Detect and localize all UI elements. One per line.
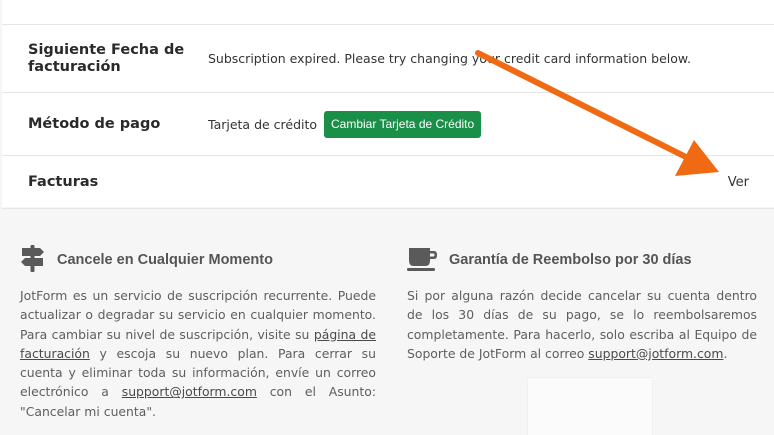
refund-guarantee-title: Garantía de Reembolso por 30 días	[449, 252, 692, 268]
faded-background-panel	[527, 377, 653, 435]
billing-card: Siguiente Fecha de facturación Subscript…	[2, 0, 774, 209]
cancel-anytime-title: Cancele en Cualquier Momento	[57, 252, 273, 268]
refund-guarantee-text: Si por alguna razón decide cancelar su c…	[407, 288, 757, 361]
next-billing-date-row: Siguiente Fecha de facturación Subscript…	[2, 24, 774, 93]
next-billing-date-value: Subscription expired. Please try changin…	[208, 51, 691, 66]
signpost-icon	[21, 245, 44, 272]
support-email-link[interactable]: support@jotform.com	[122, 384, 257, 399]
coffee-cup-icon	[407, 248, 437, 271]
refund-guarantee-section: Garantía de Reembolso por 30 días Si por…	[407, 244, 757, 363]
payment-method-label: Método de pago	[28, 116, 161, 132]
invoices-row: Facturas Ver	[2, 155, 774, 209]
payment-method-row: Método de pago Tarjeta de crédito Cambia…	[2, 92, 774, 156]
view-invoices-link[interactable]: Ver	[728, 175, 749, 190]
payment-method-value: Tarjeta de crédito	[208, 117, 318, 132]
support-email-link-2[interactable]: support@jotform.com	[588, 346, 723, 361]
change-credit-card-button[interactable]: Cambiar Tarjeta de Crédito	[324, 111, 482, 138]
next-billing-date-label: Siguiente Fecha de facturación	[28, 42, 185, 75]
invoices-label: Facturas	[28, 174, 99, 190]
cancel-anytime-section: Cancele en Cualquier Momento JotForm es …	[20, 244, 376, 421]
cancel-anytime-text: JotForm es un servicio de suscripción re…	[20, 288, 377, 419]
